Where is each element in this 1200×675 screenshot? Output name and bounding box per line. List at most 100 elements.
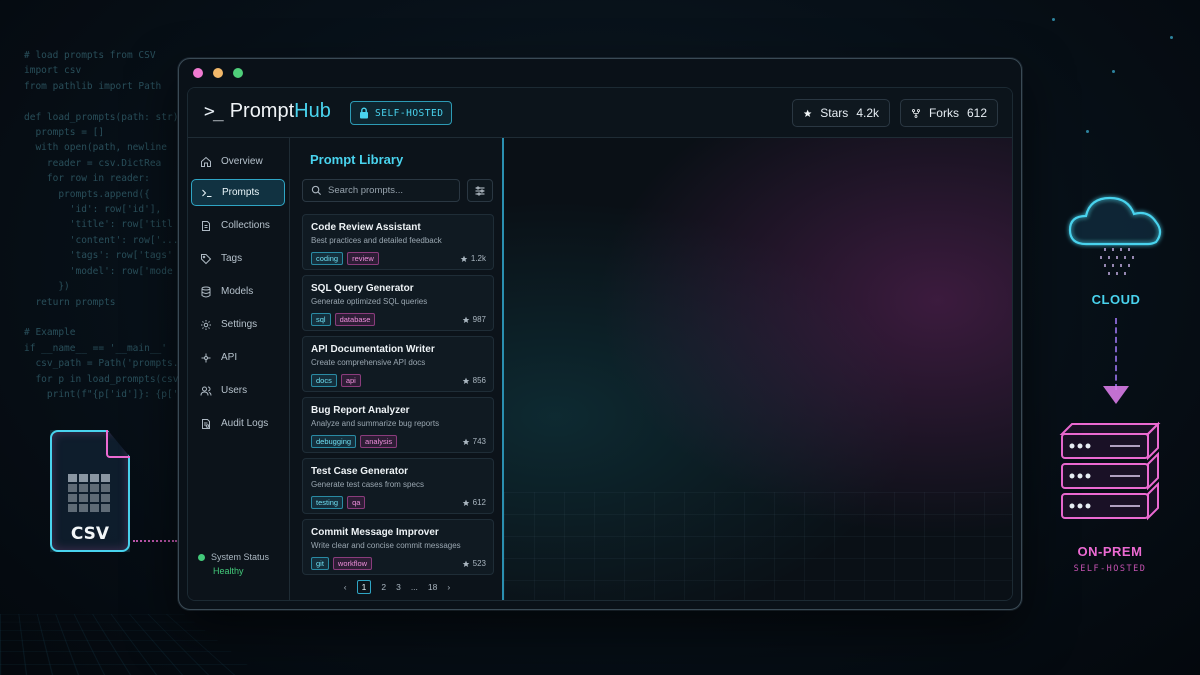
table-icon (68, 474, 110, 512)
code-line: 'content': row['... (24, 234, 179, 246)
sidebar-item-label: Users (221, 385, 248, 396)
status-value: Healthy (213, 566, 244, 576)
page-button-2[interactable]: 2 (381, 582, 386, 592)
code-line: csv_path = Path('prompts.cs (24, 358, 184, 370)
tag-chip[interactable]: docs (311, 374, 337, 387)
csv-file-icon: CSV (50, 430, 130, 552)
code-line: def load_prompts(path: str): (24, 111, 184, 123)
search-input[interactable] (328, 185, 448, 196)
star-icon (462, 560, 469, 567)
tag-list: debugging analysis (311, 435, 398, 448)
stars-label: Stars (820, 106, 849, 120)
tag-chip[interactable]: review (347, 252, 379, 265)
filter-button[interactable] (467, 179, 493, 202)
prompt-description: Create comprehensive API docs (311, 358, 426, 367)
prompt-title: SQL Query Generator (311, 283, 414, 294)
background-dot (1052, 18, 1055, 21)
arrow-down-icon (1103, 386, 1129, 404)
stars-count: 4.2k (856, 106, 879, 120)
tag-chip[interactable]: testing (311, 496, 344, 509)
forks-button[interactable]: Forks 612 (900, 99, 998, 127)
tag-chip[interactable]: workflow (332, 557, 373, 570)
sliders-icon (475, 186, 485, 195)
onprem-label: ON-PREM (1077, 544, 1143, 559)
gear-icon (199, 318, 213, 332)
tag-chip[interactable]: git (311, 557, 329, 570)
close-window-button[interactable] (193, 68, 203, 78)
sidebar-item-label: Models (221, 286, 254, 297)
forks-label: Forks (928, 106, 959, 120)
prompt-card[interactable]: API Documentation Writer Create comprehen… (302, 336, 494, 392)
star-icon (462, 499, 469, 506)
prev-page-button[interactable]: ‹ (344, 582, 347, 592)
prompt-stars-count: 856 (472, 376, 486, 385)
sidebar-item-audit-logs[interactable]: Audit Logs (191, 410, 285, 437)
prompt-card[interactable]: Test Case Generator Generate test cases f… (302, 458, 494, 514)
prompt-card[interactable]: Commit Message Improver Write clear and c… (302, 519, 494, 575)
minimize-window-button[interactable] (213, 68, 223, 78)
tag-list: testing qa (311, 496, 366, 509)
code-line: 'id': row['id'], (24, 204, 162, 216)
page-button-18[interactable]: 18 (428, 582, 437, 592)
next-page-button[interactable]: › (447, 582, 450, 592)
prompt-card[interactable]: Code Review Assistant Best practices and … (302, 214, 494, 270)
tag-chip[interactable]: api (340, 374, 361, 387)
lock-icon (360, 107, 368, 119)
tag-chip[interactable]: database (334, 313, 376, 326)
tag-icon (199, 252, 213, 266)
selfhosted-label: SELF-HOSTED (1073, 564, 1147, 574)
sidebar-item-label: Collections (221, 220, 270, 231)
background-dot (1170, 36, 1173, 39)
prompt-card[interactable]: SQL Query Generator Generate optimized SQ… (302, 275, 494, 331)
prompt-stars: 612 (462, 498, 486, 507)
prompt-library-panel: Prompt Library Code Review Assistant Best… (290, 138, 504, 600)
tag-chip[interactable]: analysis (360, 435, 398, 448)
tag-list: coding review (311, 252, 379, 265)
app-window: >_ PromptHub SELF-HOSTED Stars 4.2k Fork… (178, 58, 1022, 610)
prompt-stars-count: 1.2k (470, 254, 486, 263)
tag-chip[interactable]: sql (311, 313, 331, 326)
prompt-card[interactable]: Bug Report Analyzer Analyze and summarize… (302, 397, 494, 453)
sidebar-item-prompts[interactable]: Prompts (191, 179, 285, 206)
logo[interactable]: >_ PromptHub (204, 100, 331, 123)
page-button-1[interactable]: 1 (356, 580, 372, 594)
sidebar-item-overview[interactable]: Overview (191, 148, 285, 175)
code-line: return prompts (24, 296, 116, 308)
sidebar-item-models[interactable]: Models (191, 278, 285, 305)
csv-label: CSV (70, 524, 110, 544)
background-grid (504, 492, 1012, 600)
tag-chip[interactable]: debugging (311, 435, 357, 448)
stars-button[interactable]: Stars 4.2k (792, 99, 890, 127)
app-title: PromptHub (230, 100, 331, 123)
sidebar-item-label: API (221, 352, 238, 363)
maximize-window-button[interactable] (233, 68, 243, 78)
app-header: >_ PromptHub SELF-HOSTED Stars 4.2k Fork… (188, 88, 1012, 138)
home-icon (199, 155, 213, 169)
code-line: # load prompts from CSV (24, 50, 156, 61)
sidebar-item-users[interactable]: Users (191, 377, 285, 404)
sidebar-item-label: Tags (221, 253, 243, 264)
code-line: if __name__ == '__main__' (24, 342, 167, 354)
api-icon (199, 351, 213, 365)
page-button-3[interactable]: 3 (396, 582, 401, 592)
panel-title: Prompt Library (310, 152, 404, 167)
sidebar-item-tags[interactable]: Tags (191, 245, 285, 272)
star-icon (803, 109, 812, 117)
search-box[interactable] (302, 179, 460, 202)
users-icon (199, 384, 213, 398)
code-line: prompts = [] (24, 127, 105, 139)
prompt-stars: 523 (462, 559, 486, 568)
tag-chip[interactable]: qa (347, 496, 366, 509)
arrow-line (1115, 318, 1117, 390)
prompt-title: Commit Message Improver (311, 527, 439, 538)
prompt-stars: 987 (462, 315, 486, 324)
sidebar-item-api[interactable]: API (191, 344, 285, 371)
sidebar-item-settings[interactable]: Settings (191, 311, 285, 338)
tag-chip[interactable]: coding (311, 252, 344, 265)
cloud-label: CLOUD (1091, 292, 1141, 307)
self-hosted-badge: SELF-HOSTED (350, 101, 453, 125)
sidebar-item-collections[interactable]: Collections (191, 212, 285, 239)
prompt-description: Generate optimized SQL queries (311, 297, 428, 306)
